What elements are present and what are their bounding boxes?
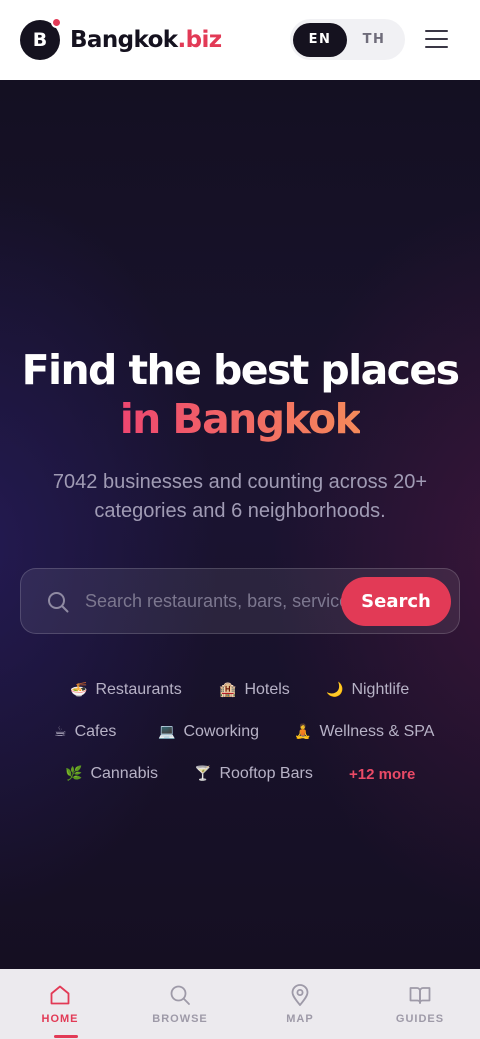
category-nightlife[interactable]: 🌙 Nightlife	[326, 675, 409, 705]
category-label: Restaurants	[95, 681, 182, 698]
book-icon	[409, 987, 431, 1004]
category-label: Nightlife	[351, 681, 410, 698]
brand-name[interactable]: Bangkok.biz	[70, 27, 222, 53]
hamburger-menu-icon[interactable]	[425, 30, 448, 48]
meditation-icon: 🧘	[294, 724, 312, 740]
logo-dot	[51, 17, 62, 28]
coffee-icon: ☕	[54, 724, 67, 740]
category-restaurants[interactable]: 🍜 Restaurants	[70, 675, 182, 705]
category-label: Cannabis	[90, 765, 159, 782]
brand-name-tld: .biz	[177, 27, 222, 53]
bottom-navigation: HOME BROWSE MAP GUIDES	[0, 969, 480, 1039]
search-icon	[48, 592, 69, 613]
nav-home[interactable]: HOME	[0, 969, 120, 1039]
map-pin-icon	[291, 984, 309, 1006]
herb-icon: 🌿	[65, 766, 83, 782]
nav-label: MAP	[286, 1013, 314, 1025]
moon-icon: 🌙	[326, 682, 344, 698]
category-hotels[interactable]: 🏨 Hotels	[219, 675, 290, 705]
language-toggle: EN TH	[290, 19, 405, 60]
category-label: Hotels	[244, 681, 290, 698]
noodle-bowl-icon: 🍜	[70, 682, 88, 698]
logo-icon[interactable]: B	[20, 17, 62, 60]
nav-label: GUIDES	[395, 1013, 445, 1025]
active-indicator	[54, 1035, 78, 1038]
home-icon	[50, 985, 70, 1005]
hero-title-accent-text: in Bangkok	[119, 395, 362, 443]
category-label: Rooftop Bars	[219, 765, 313, 782]
search-bar: Search	[20, 568, 460, 634]
nav-browse[interactable]: BROWSE	[120, 969, 240, 1039]
search-input[interactable]	[85, 582, 343, 620]
nav-label: HOME	[41, 1013, 79, 1025]
brand-name-main: Bangkok	[70, 27, 178, 53]
hotel-icon: 🏨	[219, 682, 237, 698]
category-label: Coworking	[183, 723, 260, 740]
more-categories-link[interactable]: +12 more	[349, 759, 415, 789]
hero-title: Find the best places	[21, 346, 460, 394]
language-option-th[interactable]: TH	[347, 23, 401, 57]
menu-line	[425, 46, 448, 48]
category-rooftop-bars[interactable]: 🍸 Rooftop Bars	[194, 759, 313, 789]
cocktail-icon: 🍸	[194, 766, 212, 782]
hero-title-accent: in Bangkok	[0, 395, 480, 443]
menu-line	[425, 30, 448, 32]
nav-map[interactable]: MAP	[240, 969, 360, 1039]
nav-guides[interactable]: GUIDES	[360, 969, 480, 1039]
top-header: B Bangkok.biz EN TH	[0, 0, 480, 80]
category-label: Cafes	[74, 723, 117, 740]
search-icon	[170, 985, 190, 1005]
category-cafes[interactable]: ☕ Cafes	[54, 717, 116, 747]
category-coworking[interactable]: 💻 Coworking	[158, 717, 259, 747]
category-cannabis[interactable]: 🌿 Cannabis	[65, 759, 158, 789]
nav-label: BROWSE	[152, 1013, 208, 1025]
search-button[interactable]: Search	[341, 577, 451, 626]
category-label: Wellness & SPA	[319, 723, 435, 740]
hero-section: Find the best places in Bangkok 7042 bus…	[0, 80, 480, 969]
menu-line	[425, 38, 448, 40]
category-wellness-spa[interactable]: 🧘 Wellness & SPA	[294, 717, 434, 747]
hero-subtitle: 7042 businesses and counting across 20+ …	[52, 471, 428, 522]
laptop-icon: 💻	[158, 724, 176, 740]
language-option-en[interactable]: EN	[293, 22, 347, 57]
logo-letter: B	[32, 29, 48, 51]
